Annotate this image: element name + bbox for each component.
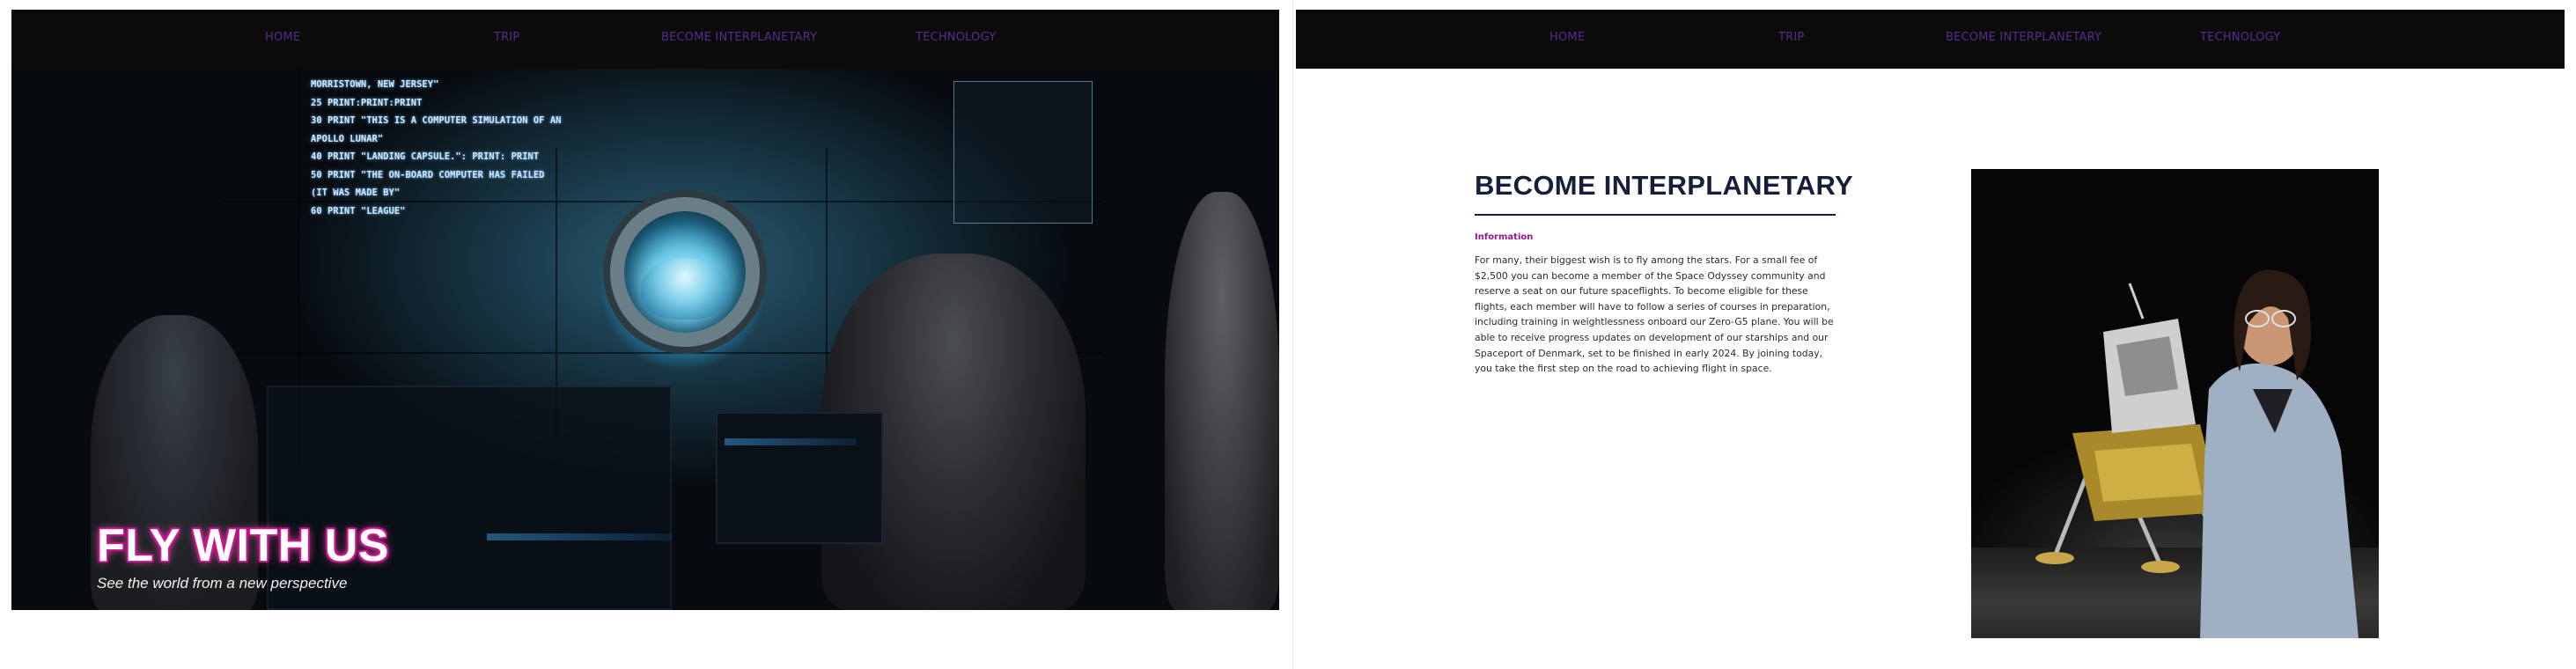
nav-become-interplanetary[interactable]: BECOME INTERPLANETARY	[1946, 31, 2101, 44]
astronaut-photo	[1971, 169, 2379, 638]
code-line: 25 PRINT:PRINT:PRINT	[311, 97, 423, 108]
nav-trip[interactable]: TRIP	[494, 31, 519, 44]
nav-home[interactable]: HOME	[1549, 31, 1585, 44]
information-paragraph: For many, their biggest wish is to fly a…	[1475, 254, 1834, 375]
screen-glow	[725, 438, 857, 445]
hero-banner: MORRISTOWN, NEW JERSEY" 25 PRINT:PRINT:P…	[11, 69, 1279, 610]
nav-technology[interactable]: TECHNOLOGY	[916, 31, 996, 44]
code-line: 60 PRINT "LEAGUE"	[311, 205, 406, 217]
lunar-module-illustration	[2035, 269, 2359, 638]
nav-trip[interactable]: TRIP	[1778, 31, 1804, 44]
title-underline	[1475, 214, 1836, 216]
navbar: HOME TRIP BECOME INTERPLANETARY TECHNOLO…	[1296, 10, 2565, 69]
navbar: HOME TRIP BECOME INTERPLANETARY TECHNOLO…	[11, 10, 1279, 69]
code-line: 50 PRINT "THE ON-BOARD COMPUTER HAS FAIL…	[311, 169, 545, 180]
hero-title: FLY WITH US	[97, 520, 389, 571]
left-page: HOME TRIP BECOME INTERPLANETARY TECHNOLO…	[11, 10, 1279, 669]
screen-glow	[487, 533, 672, 540]
code-line: 40 PRINT "LANDING CAPSULE.": PRINT: PRIN…	[311, 151, 540, 162]
monitor	[716, 412, 883, 544]
nav-technology[interactable]: TECHNOLOGY	[2200, 31, 2280, 44]
panel-divider	[1292, 0, 1293, 669]
telemetry-readout-panel	[953, 81, 1093, 224]
information-label: Information	[1475, 232, 1534, 242]
code-line: (IT WAS MADE BY"	[311, 187, 401, 198]
section-title: BECOME INTERPLANETARY	[1475, 170, 1853, 201]
crew-member-right	[1165, 192, 1279, 610]
code-line: APOLLO LUNAR"	[311, 133, 384, 144]
earth-view	[641, 258, 729, 320]
nav-become-interplanetary[interactable]: BECOME INTERPLANETARY	[661, 31, 817, 44]
computer-code-display: MORRISTOWN, NEW JERSEY" 25 PRINT:PRINT:P…	[311, 76, 561, 220]
hero-subtitle: See the world from a new perspective	[97, 575, 348, 592]
code-line: 30 PRINT "THIS IS A COMPUTER SIMULATION …	[311, 115, 562, 126]
nav-home[interactable]: HOME	[265, 31, 300, 44]
right-page: HOME TRIP BECOME INTERPLANETARY TECHNOLO…	[1296, 10, 2565, 669]
code-line: MORRISTOWN, NEW JERSEY"	[311, 79, 439, 90]
